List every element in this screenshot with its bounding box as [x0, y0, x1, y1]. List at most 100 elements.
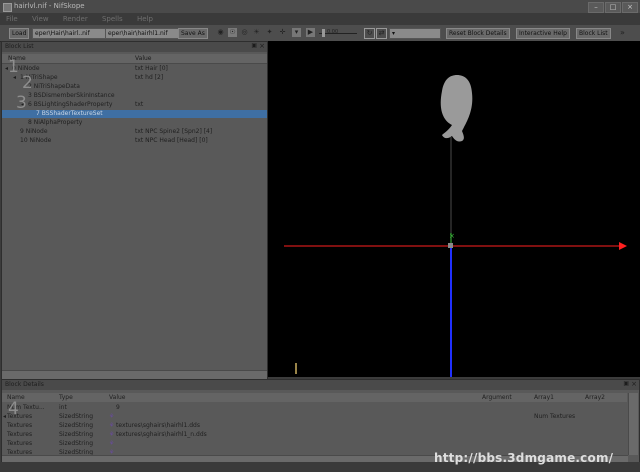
block-list-title: Block List: [5, 43, 34, 50]
load-button[interactable]: Load: [9, 28, 30, 39]
block-list-row[interactable]: 10 NiNode txt NPC Head [Head] [0]: [2, 137, 267, 145]
block-list-scrollbar[interactable]: [2, 370, 267, 379]
col-argument[interactable]: Argument: [482, 393, 512, 402]
bone-icon[interactable]: ✦: [265, 28, 274, 37]
field-value[interactable]: textures\sghairs\hairhl1_n.dds: [116, 430, 207, 439]
details-row[interactable]: ◂ ⚘ Textures SizedString Num Textures: [2, 412, 627, 421]
col-type[interactable]: Type: [59, 393, 73, 402]
minimize-button[interactable]: –: [588, 2, 604, 13]
block-value: txt: [135, 101, 144, 108]
col-value[interactable]: Value: [109, 393, 125, 402]
block-list-column-header: Name Value: [2, 54, 267, 64]
field-name: Textures: [7, 422, 33, 429]
load-path-field[interactable]: eper\Hair\hairl..nif: [32, 28, 108, 39]
texture-toggle-icon[interactable]: ◎: [240, 28, 249, 37]
block-list-row[interactable]: ◂ 1 NiTriShape txt hd [2]: [2, 74, 267, 82]
scene-canvas[interactable]: ×: [268, 41, 640, 377]
expand-toggle-icon[interactable]: ◂: [3, 412, 6, 421]
menu-view[interactable]: View: [32, 15, 49, 23]
field-type: SizedString: [59, 440, 94, 447]
field-name: Textures: [7, 431, 33, 438]
block-list-header: Block List ▣ ×: [2, 42, 267, 52]
watermark-text: http://bbs.3dmgame.com/: [434, 451, 614, 465]
details-row[interactable]: Num Textu... int 9: [2, 403, 627, 412]
details-close-icon[interactable]: ×: [631, 380, 637, 388]
origin-marker: [448, 243, 453, 248]
string-type-icon: ⚘: [109, 440, 115, 447]
string-type-icon: ⚘: [109, 422, 115, 429]
column-value[interactable]: Value: [135, 54, 151, 63]
block-value: txt hd [2]: [135, 74, 164, 81]
loop-icon[interactable]: ↻: [364, 28, 375, 39]
toolbar: Load eper\Hair\hairl..nif eper\hair\hair…: [0, 25, 640, 42]
panel-close-icon[interactable]: ×: [259, 42, 265, 50]
field-value[interactable]: textures\sghairs\hairhl1.dds: [116, 421, 200, 430]
block-list-row-selected[interactable]: 7 BSShaderTextureSet: [2, 110, 267, 118]
block-name: 8 NiAlphaProperty: [28, 119, 83, 126]
play-icon[interactable]: ▶: [306, 28, 315, 37]
block-value: txt NPC Spine2 [Spn2] [4]: [135, 128, 213, 135]
block-list-button[interactable]: Block List: [576, 28, 611, 39]
menu-bar: File View Render Spells Help: [0, 13, 640, 25]
block-name: 3 BSDismemberSkinInstance: [28, 92, 115, 99]
interactive-help-button[interactable]: Interactive Help: [516, 28, 570, 39]
time-slider-handle[interactable]: [322, 29, 325, 37]
details-float-icon[interactable]: ▣: [623, 380, 629, 387]
annotation-4: 4: [8, 399, 19, 419]
app-icon: [3, 3, 12, 12]
light-icon[interactable]: ☀: [252, 28, 261, 37]
shader-toggle-icon[interactable]: ☉: [228, 28, 237, 37]
block-list-panel: Block List ▣ × Name Value ◂ 0 NiNode txt H…: [1, 41, 268, 379]
save-as-button[interactable]: Save As: [178, 28, 208, 39]
menu-render[interactable]: Render: [63, 15, 88, 23]
eye-icon[interactable]: ◉: [216, 28, 225, 37]
block-list-row[interactable]: 2 NiTriShapeData: [2, 83, 267, 91]
toolbar-overflow-icon[interactable]: »: [620, 28, 630, 38]
details-scrollbar-vertical[interactable]: [628, 393, 638, 455]
details-row[interactable]: ⚘ Textures SizedString textures\sghairs\hai…: [2, 430, 627, 439]
field-type: SizedString: [59, 413, 94, 420]
annotation-1: 1: [8, 57, 19, 77]
block-value: txt NPC Head [Head] [0]: [135, 137, 208, 144]
block-list-row[interactable]: 9 NiNode txt NPC Spine2 [Spn2] [4]: [2, 128, 267, 136]
menu-spells[interactable]: Spells: [102, 15, 123, 23]
field-name: Textures: [7, 440, 33, 447]
axis-y-marker: ×: [449, 232, 455, 240]
annotation-2: 2: [22, 73, 33, 93]
annotation-3: 3: [16, 93, 27, 113]
string-type-icon: ⚘: [109, 431, 115, 438]
menu-file[interactable]: File: [6, 15, 18, 23]
block-details-title: Block Details: [5, 381, 44, 388]
block-name: 6 BSLightingShaderProperty: [28, 101, 113, 108]
maximize-button[interactable]: □: [605, 2, 621, 13]
block-details-header: Block Details ▣ ×: [2, 380, 639, 390]
render-viewport[interactable]: ×: [268, 41, 640, 377]
axes-icon[interactable]: ✛: [278, 28, 287, 37]
block-value: txt Hair [0]: [135, 65, 168, 72]
block-name: 10 NiNode: [20, 137, 52, 144]
dropdown-icon[interactable]: ▾: [292, 28, 301, 37]
block-list-row[interactable]: 3 BSDismemberSkinInstance: [2, 92, 267, 100]
field-type: SizedString: [59, 422, 94, 429]
menu-help[interactable]: Help: [137, 15, 153, 23]
title-bar: hairlvl.nif - NifSkope – □ ×: [0, 0, 640, 13]
field-type: SizedString: [59, 431, 94, 438]
details-row[interactable]: ⚘ Textures SizedString textures\sghairs\hai…: [2, 421, 627, 430]
block-list-row[interactable]: ◂ 0 NiNode txt Hair [0]: [2, 65, 267, 73]
time-slider-value: 0.00: [327, 29, 339, 35]
close-button[interactable]: ×: [622, 2, 638, 13]
field-value[interactable]: 9: [116, 403, 120, 412]
details-column-header: Name Type Value Argument Array1 Array2: [2, 393, 627, 402]
block-list-row[interactable]: ◂ 6 BSLightingShaderProperty txt: [2, 101, 267, 109]
window-title: hairlvl.nif - NifSkope: [14, 2, 85, 10]
animation-select[interactable]: ▾: [389, 28, 441, 39]
block-list-row[interactable]: 8 NiAlphaProperty: [2, 119, 267, 127]
col-array2[interactable]: Array2: [585, 393, 605, 402]
block-name: 2 NiTriShapeData: [28, 83, 80, 90]
reset-block-details-button[interactable]: Reset Block Details: [446, 28, 510, 39]
details-row[interactable]: ⚘ Textures SizedString: [2, 439, 627, 448]
save-path-field[interactable]: eper\hair\hairhl1.nif: [105, 28, 179, 39]
panel-float-icon[interactable]: ▣: [251, 42, 257, 49]
switch-icon[interactable]: ⇄: [376, 28, 387, 39]
col-array1[interactable]: Array1: [534, 393, 554, 402]
